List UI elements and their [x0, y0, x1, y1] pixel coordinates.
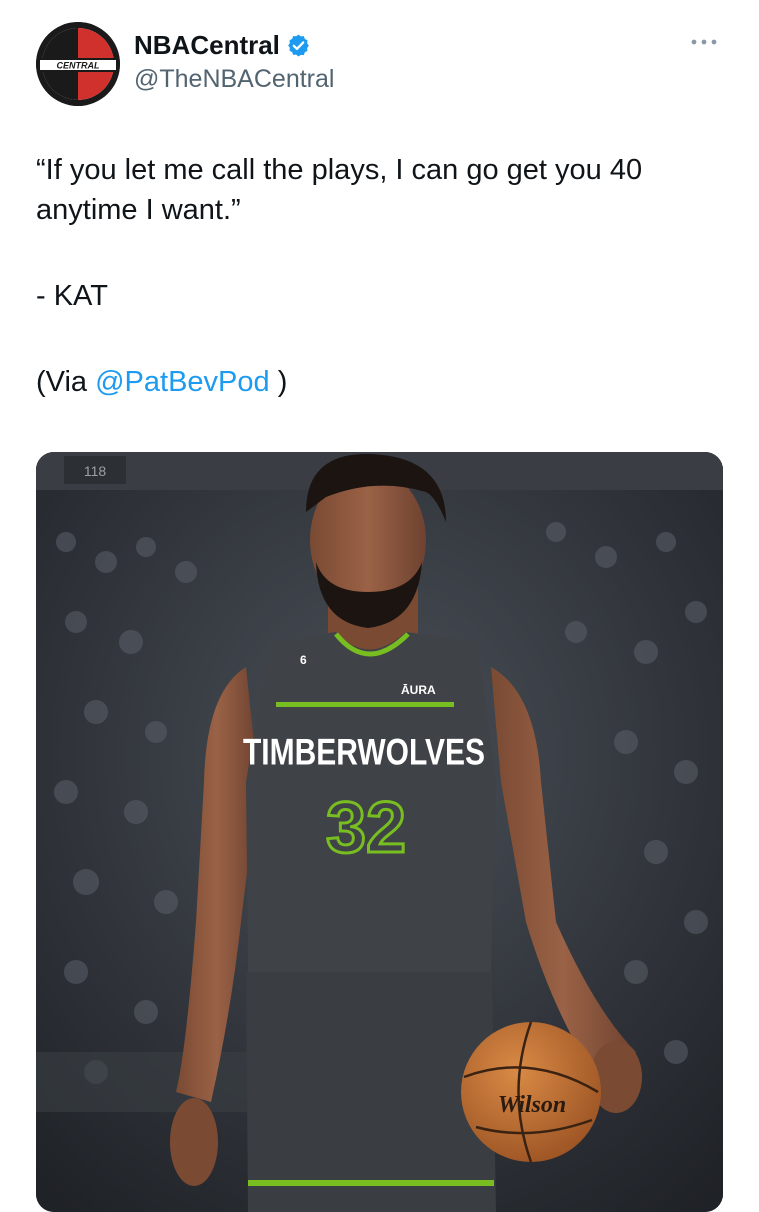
avatar-text: CENTRAL — [57, 61, 100, 71]
player-photo: 118 6 ĀURA TIMBERWOLVES 32 Wilson — [36, 452, 723, 1212]
tweet-header: CENTRAL NBACentral @TheNBACentral — [36, 22, 735, 108]
ball-brand: Wilson — [498, 1092, 566, 1118]
nba-central-logo-icon: CENTRAL — [36, 22, 120, 106]
author-names: NBACentral @TheNBACentral — [134, 30, 334, 94]
tweet-attribution: - KAT — [36, 280, 108, 312]
author-handle[interactable]: @TheNBACentral — [134, 65, 334, 94]
tweet-text: “If you let me call the plays, I can go … — [36, 150, 726, 402]
jersey-number: 32 — [326, 788, 406, 868]
more-options-icon[interactable] — [689, 36, 719, 48]
jersey-team-name: TIMBERWOLVES — [243, 731, 485, 773]
svg-text:118: 118 — [84, 463, 107, 479]
via-prefix: (Via — [36, 366, 96, 398]
avatar[interactable]: CENTRAL — [36, 22, 120, 106]
verified-badge-icon — [288, 34, 309, 57]
via-suffix: ) — [269, 366, 288, 398]
shorts — [246, 972, 496, 1212]
tweet-via: (Via @PatBevPod ) — [36, 362, 726, 402]
mention-link[interactable]: @PatBevPod — [95, 366, 270, 398]
tweet-photo[interactable]: 118 6 ĀURA TIMBERWOLVES 32 Wilson — [36, 452, 723, 1212]
jersey-sponsor: ĀURA — [401, 683, 436, 697]
display-name[interactable]: NBACentral — [134, 30, 280, 61]
tweet-quote: “If you let me call the plays, I can go … — [36, 154, 643, 226]
jersey-patch: 6 — [300, 653, 307, 667]
